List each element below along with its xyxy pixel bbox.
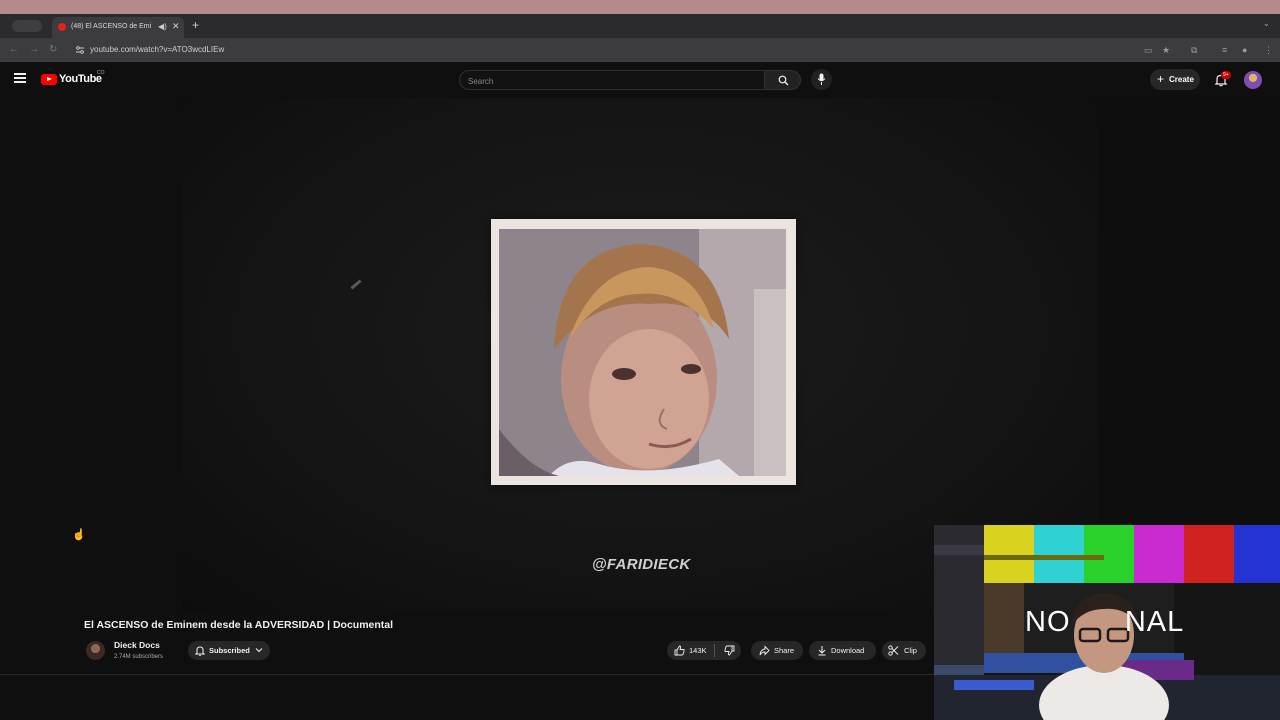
create-button[interactable]: + Create <box>1150 69 1200 90</box>
address-bar-url[interactable]: youtube.com/watch?v=ATO3wcdLIEw <box>90 43 224 57</box>
country-code: CO <box>97 70 105 76</box>
share-label: Share <box>774 646 795 655</box>
youtube-favicon-icon <box>58 23 66 31</box>
tab-group-pill[interactable] <box>12 20 42 32</box>
back-arrow-icon[interactable]: ← <box>9 43 19 57</box>
youtube-header: YouTube CO + Create 9+ <box>0 62 1280 98</box>
browser-tab-strip: (48) El ASCENSO de Emi ◀) ✕ + ⌄ <box>0 14 1280 38</box>
chevron-down-icon <box>255 648 263 653</box>
browser-menu-icon[interactable]: ⋮ <box>1264 43 1273 57</box>
scissors-icon <box>888 645 899 656</box>
microphone-icon <box>817 73 826 85</box>
browser-tab-active[interactable]: (48) El ASCENSO de Emi ◀) ✕ <box>52 17 184 38</box>
channel-name[interactable]: Dieck Docs <box>114 640 160 651</box>
like-divider <box>714 644 715 657</box>
clip-button[interactable]: Clip <box>882 641 926 660</box>
account-avatar[interactable] <box>1244 71 1262 89</box>
new-tab-icon[interactable]: + <box>192 18 199 32</box>
youtube-logo-text[interactable]: YouTube <box>59 73 102 86</box>
page-right-margin <box>1098 98 1280 528</box>
site-settings-icon[interactable] <box>75 45 85 55</box>
reload-icon[interactable]: ↻ <box>49 43 57 57</box>
download-button[interactable]: Download <box>809 641 876 660</box>
browser-toolbar: ← → ↻ youtube.com/watch?v=ATO3wcdLIEw ▭ … <box>0 38 1280 62</box>
hand-cursor-icon: ☝ <box>72 529 86 541</box>
bell-icon <box>195 646 205 656</box>
search-button[interactable] <box>765 70 801 90</box>
create-label: Create <box>1169 75 1194 84</box>
share-button[interactable]: Share <box>751 641 803 660</box>
macos-menu-bar <box>0 0 1280 14</box>
divider-line <box>0 674 934 675</box>
subscribed-button[interactable]: Subscribed <box>188 641 270 660</box>
search-icon <box>778 75 789 86</box>
tab-search-chevron-icon[interactable]: ⌄ <box>1263 19 1270 28</box>
video-watermark: @FARIDIECK <box>592 556 691 573</box>
subscribed-label: Subscribed <box>209 646 250 655</box>
notification-badge: 9+ <box>1221 71 1231 79</box>
no-signal-text: NO NAL <box>1025 606 1185 638</box>
menu-hamburger-icon[interactable] <box>14 73 26 83</box>
tab-audio-icon[interactable]: ◀) <box>158 21 167 33</box>
search-input[interactable] <box>468 74 748 88</box>
cast-icon[interactable]: ▭ <box>1144 43 1153 57</box>
search-box <box>459 70 765 90</box>
thumbs-up-icon[interactable] <box>674 645 685 656</box>
forward-arrow-icon[interactable]: → <box>29 43 39 57</box>
clip-label: Clip <box>904 646 917 655</box>
page-left-margin <box>0 98 182 611</box>
download-label: Download <box>831 646 865 655</box>
tab-title: (48) El ASCENSO de Emi <box>71 23 151 30</box>
profile-icon[interactable]: ● <box>1242 43 1247 57</box>
subscriber-count: 2.74M subscribers <box>114 654 164 660</box>
plus-icon: + <box>1157 72 1165 86</box>
boy-portrait-image <box>499 229 786 476</box>
share-arrow-icon <box>759 645 770 656</box>
channel-avatar[interactable] <box>86 641 105 660</box>
like-count[interactable]: 143K <box>689 645 707 656</box>
video-frame-photo <box>499 229 786 476</box>
tab-close-icon[interactable]: ✕ <box>172 20 180 33</box>
reading-list-icon[interactable]: ≡ <box>1222 43 1227 57</box>
download-icon <box>818 646 826 656</box>
thumbs-down-icon[interactable] <box>724 645 735 656</box>
extensions-icon[interactable]: ⧉ <box>1191 43 1197 57</box>
like-dislike-group: 143K <box>667 641 741 660</box>
voice-search-button[interactable] <box>811 69 832 90</box>
youtube-logo-icon[interactable] <box>41 74 57 85</box>
bookmark-star-icon[interactable]: ★ <box>1162 43 1170 57</box>
video-title: El ASCENSO de Eminem desde la ADVERSIDAD… <box>84 619 394 631</box>
